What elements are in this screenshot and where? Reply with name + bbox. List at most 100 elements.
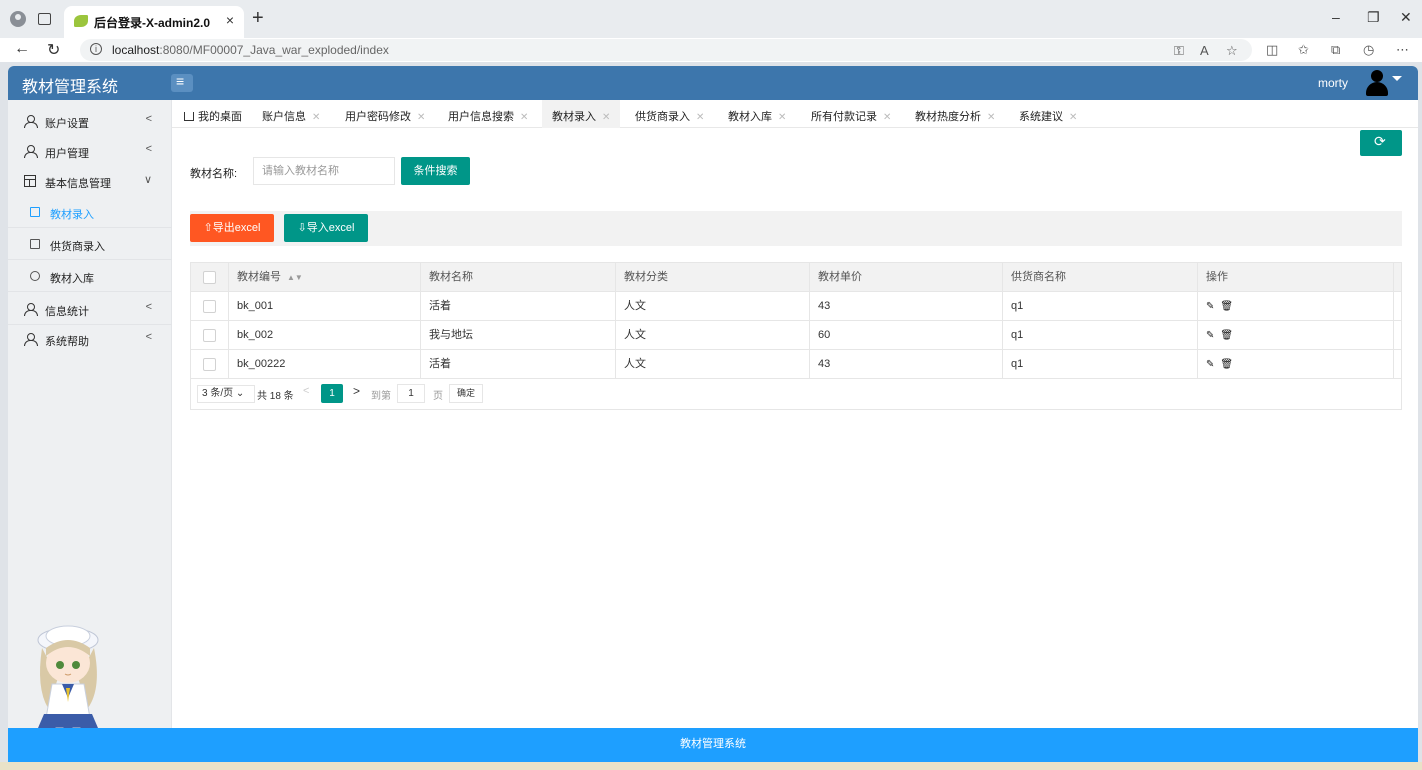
cell-actions: ✎ 🗑	[1198, 350, 1394, 378]
search-button[interactable]: 条件搜索	[401, 157, 470, 185]
tab-payment-records[interactable]: 所有付款记录 ✕	[811, 100, 891, 128]
sidebar-item-system-help[interactable]: 系统帮助 <	[8, 324, 172, 354]
tab-popularity-analysis[interactable]: 教材热度分析 ✕	[915, 100, 995, 128]
sidebar-item-basic-info[interactable]: 基本信息管理 ∨	[8, 166, 172, 196]
column-header[interactable]: 教材编号 ▲▼	[229, 263, 421, 291]
menu-toggle-icon[interactable]	[171, 73, 193, 92]
sidebar-item-account-settings[interactable]: 账户设置 <	[8, 106, 172, 136]
tab-supplier-entry[interactable]: 供货商录入 ✕	[635, 100, 704, 128]
close-window-icon[interactable]: ✕	[1400, 9, 1412, 26]
tab-textbook-stock-in[interactable]: 教材入库 ✕	[728, 100, 786, 128]
chevron-left-icon: <	[145, 113, 152, 125]
sidebar-subitem-textbook-stock-in[interactable]: 教材入库	[8, 260, 172, 292]
delete-icon[interactable]: 🗑	[1220, 351, 1233, 379]
home-icon	[184, 112, 194, 121]
edit-icon[interactable]: ✎	[1206, 293, 1214, 321]
table-header-row: 教材编号 ▲▼ 教材名称 教材分类 教材单价 供货商名称 操作	[191, 263, 1401, 292]
search-form: 教材名称: 条件搜索	[190, 157, 1402, 187]
tab-textbook-entry[interactable]: 教材录入 ✕	[542, 100, 621, 128]
current-page-button[interactable]: 1	[321, 384, 343, 403]
close-icon[interactable]: ✕	[520, 112, 528, 123]
cell-name: 活着	[421, 292, 616, 320]
row-checkbox[interactable]	[203, 358, 216, 371]
sidebar-subitem-textbook-entry[interactable]: 教材录入	[8, 196, 172, 228]
page-size-select[interactable]: 3 条/页 ⌄	[197, 385, 255, 403]
read-aloud-icon[interactable]: A	[1200, 43, 1209, 58]
sidebar-item-label: 系统帮助	[45, 336, 89, 348]
sidebar: 账户设置 < 用户管理 < 基本信息管理 ∨ 教材录入 供货商录入 教材入库 信…	[8, 100, 172, 760]
more-icon[interactable]: ⋯	[1396, 42, 1409, 58]
close-tab-icon[interactable]: ×	[226, 12, 234, 28]
edit-icon[interactable]: ✎	[1206, 322, 1214, 350]
username[interactable]: morty	[1318, 76, 1348, 90]
sidebar-item-statistics[interactable]: 信息统计 <	[8, 294, 172, 324]
cell-supplier: q1	[1003, 292, 1198, 320]
close-icon[interactable]: ✕	[1069, 112, 1077, 123]
tab-password-change[interactable]: 用户密码修改 ✕	[345, 100, 425, 128]
sidebar-item-label: 基本信息管理	[45, 178, 111, 190]
avatar[interactable]	[1366, 70, 1388, 96]
export-excel-button[interactable]: ⇧导出excel	[190, 214, 274, 242]
tab-user-search[interactable]: 用户信息搜索 ✕	[448, 100, 528, 128]
import-excel-button[interactable]: ⇩导入excel	[284, 214, 368, 242]
edit-icon[interactable]: ✎	[1206, 351, 1214, 379]
cell-name: 活着	[421, 350, 616, 378]
url-text: localhost:8080/MF00007_Java_war_exploded…	[112, 43, 389, 57]
row-checkbox[interactable]	[203, 329, 216, 342]
tab-actions-icon[interactable]	[38, 13, 51, 25]
cell-name: 我与地坛	[421, 321, 616, 349]
chevron-down-icon: ∨	[143, 174, 152, 186]
close-icon[interactable]: ✕	[696, 112, 704, 123]
split-screen-icon[interactable]: ◫	[1266, 42, 1278, 58]
next-page-icon[interactable]: >	[353, 384, 360, 398]
collections-icon[interactable]: ⧉	[1331, 42, 1340, 58]
column-header: 教材单价	[810, 263, 1003, 291]
chevron-down-icon[interactable]	[1392, 76, 1402, 81]
goto-page-input[interactable]: 1	[397, 384, 425, 403]
history-icon[interactable]: ◷	[1363, 42, 1374, 58]
tab-account-info[interactable]: 账户信息 ✕	[262, 100, 320, 128]
delete-icon[interactable]: 🗑	[1220, 293, 1233, 321]
favorite-icon[interactable]: ☆	[1226, 43, 1238, 59]
textbook-name-input[interactable]	[253, 157, 395, 185]
reload-icon[interactable]: ↻	[47, 40, 60, 60]
row-checkbox[interactable]	[203, 300, 216, 313]
sort-icon[interactable]: ▲▼	[287, 264, 303, 292]
cell-id: bk_00222	[229, 350, 421, 378]
browser-tab[interactable]: 后台登录-X-admin2.0 ×	[64, 6, 244, 38]
new-tab-button[interactable]: +	[252, 7, 264, 30]
site-info-icon[interactable]: i	[90, 43, 102, 55]
minimize-icon[interactable]: –	[1332, 9, 1340, 25]
cell-category: 人文	[616, 292, 810, 320]
tab-system-suggestions[interactable]: 系统建议 ✕	[1019, 100, 1077, 128]
sidebar-item-label: 信息统计	[45, 306, 89, 318]
close-icon[interactable]: ✕	[417, 112, 425, 123]
close-icon[interactable]: ✕	[987, 112, 995, 123]
column-header: 教材分类	[616, 263, 810, 291]
select-all-checkbox[interactable]	[203, 271, 216, 284]
main-content: 我的桌面 账户信息 ✕ 用户密码修改 ✕ 用户信息搜索 ✕ 教材录入 ✕ 供货商录入 ✕ …	[172, 100, 1418, 728]
goto-label: 到第	[371, 391, 391, 402]
prev-page-icon[interactable]: <	[303, 385, 309, 397]
url-field[interactable]: i localhost:8080/MF00007_Java_war_explod…	[80, 39, 1252, 61]
profile-icon[interactable]	[10, 11, 26, 27]
favorites-icon[interactable]: ✩	[1298, 42, 1309, 58]
tab-my-desktop[interactable]: 我的桌面	[184, 100, 242, 128]
column-header: 操作	[1198, 263, 1394, 291]
back-icon[interactable]: ←	[14, 40, 30, 58]
restore-icon[interactable]: ❐	[1367, 9, 1380, 26]
page-tab-bar: 我的桌面 账户信息 ✕ 用户密码修改 ✕ 用户信息搜索 ✕ 教材录入 ✕ 供货商录入 ✕ …	[172, 100, 1418, 128]
close-icon[interactable]: ✕	[602, 112, 610, 123]
close-icon[interactable]: ✕	[778, 112, 786, 123]
delete-icon[interactable]: 🗑	[1220, 322, 1233, 350]
cell-price: 43	[810, 350, 1003, 378]
close-icon[interactable]: ✕	[312, 112, 320, 123]
cell-id: bk_002	[229, 321, 421, 349]
goto-confirm-button[interactable]: 确定	[449, 384, 483, 403]
key-icon[interactable]: ⚿	[1174, 43, 1184, 59]
sidebar-item-user-management[interactable]: 用户管理 <	[8, 136, 172, 166]
sidebar-subitem-supplier-entry[interactable]: 供货商录入	[8, 228, 172, 260]
refresh-button[interactable]	[1360, 130, 1402, 156]
table-row: bk_001 活着 人文 43 q1 ✎ 🗑	[191, 292, 1401, 321]
close-icon[interactable]: ✕	[883, 112, 891, 123]
